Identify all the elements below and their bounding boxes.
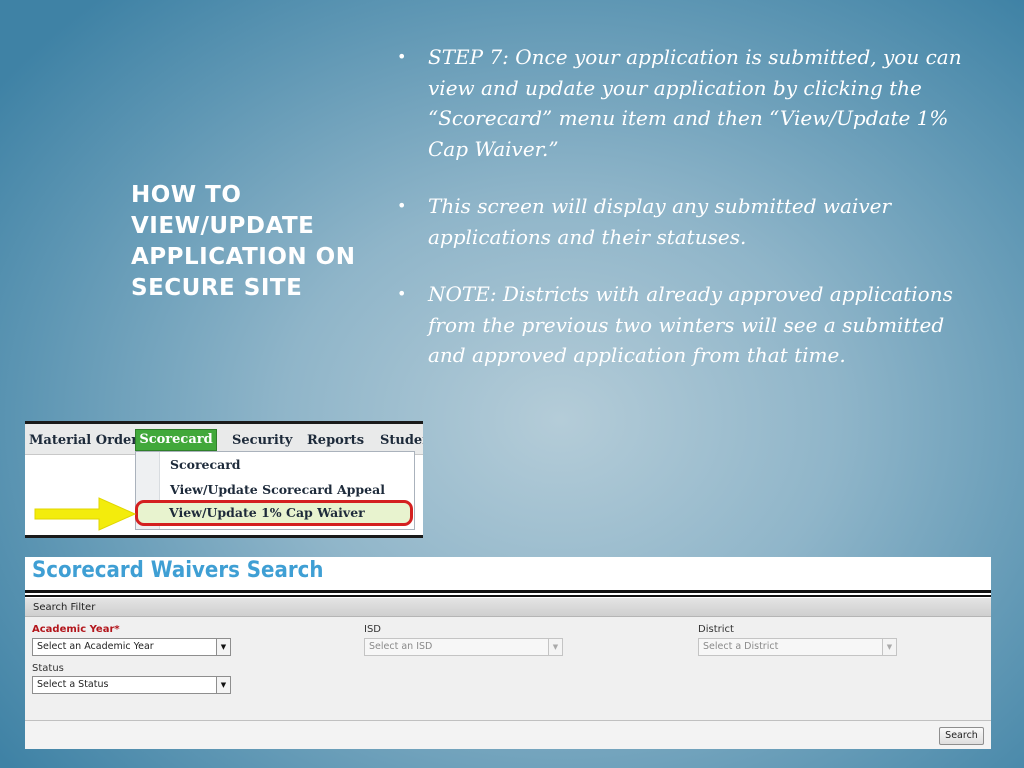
scorecard-waivers-search-panel: Scorecard Waivers Search Search Filter A… — [25, 557, 991, 749]
academic-year-value: Select an Academic Year — [37, 641, 154, 652]
menu-item-reports[interactable]: Reports — [307, 430, 364, 452]
dropdown-item-scorecard[interactable]: Scorecard — [170, 457, 241, 472]
menu-screenshot: Material Orders Security Reports Studen … — [25, 421, 423, 538]
slide-title: HOW TO VIEW/UPDATE APPLICATION ON SECURE… — [131, 182, 356, 301]
district-select[interactable]: Select a District ▼ — [698, 638, 897, 656]
isd-label: ISD — [364, 624, 381, 635]
bullet-icon: • — [397, 284, 407, 303]
search-filter-header[interactable]: Search Filter — [25, 598, 991, 617]
bullet-item: • STEP 7: Once your application is submi… — [395, 42, 995, 164]
bullet-item: • This screen will display any submitted… — [395, 191, 995, 252]
menu-item-students[interactable]: Studen — [380, 430, 423, 452]
status-value: Select a Status — [37, 679, 109, 690]
status-label: Status — [32, 663, 64, 674]
bullet-text: NOTE: Districts with already approved ap… — [428, 282, 953, 367]
dropdown-item-view-update-cap-waiver[interactable]: View/Update 1% Cap Waiver — [169, 505, 365, 520]
isd-select[interactable]: Select an ISD ▼ — [364, 638, 563, 656]
header-divider — [25, 590, 991, 593]
triangle-down-icon[interactable]: ▼ — [882, 639, 896, 655]
district-value: Select a District — [703, 641, 779, 652]
search-filter-body: Academic Year* Select an Academic Year ▼… — [25, 617, 991, 721]
bullet-text: This screen will display any submitted w… — [428, 194, 892, 249]
search-button[interactable]: Search — [939, 727, 984, 745]
district-label: District — [698, 624, 734, 635]
triangle-down-icon[interactable]: ▼ — [548, 639, 562, 655]
academic-year-label: Academic Year* — [32, 624, 120, 635]
menu-item-security[interactable]: Security — [232, 430, 292, 452]
header-divider — [25, 595, 991, 597]
menu-item-material-orders[interactable]: Material Orders — [29, 430, 145, 452]
highlighted-dropdown-item[interactable]: View/Update 1% Cap Waiver — [135, 500, 413, 526]
panel-header: Scorecard Waivers Search — [25, 557, 991, 591]
bullet-item: • NOTE: Districts with already approved … — [395, 279, 995, 371]
isd-value: Select an ISD — [369, 641, 433, 652]
bullet-list: • STEP 7: Once your application is submi… — [395, 42, 995, 398]
triangle-down-icon[interactable]: ▼ — [216, 639, 230, 655]
dropdown-item-view-update-scorecard-appeal[interactable]: View/Update Scorecard Appeal — [170, 482, 385, 497]
bullet-icon: • — [397, 47, 407, 66]
page-title: Scorecard Waivers Search — [32, 558, 324, 583]
academic-year-select[interactable]: Select an Academic Year ▼ — [32, 638, 231, 656]
arrow-right-icon — [34, 497, 137, 531]
triangle-down-icon[interactable]: ▼ — [216, 677, 230, 693]
bullet-text: STEP 7: Once your application is submitt… — [428, 45, 962, 161]
bullet-icon: • — [397, 196, 407, 215]
status-select[interactable]: Select a Status ▼ — [32, 676, 231, 694]
search-footer: Search — [25, 721, 991, 749]
menu-item-scorecard[interactable]: Scorecard — [135, 429, 217, 451]
